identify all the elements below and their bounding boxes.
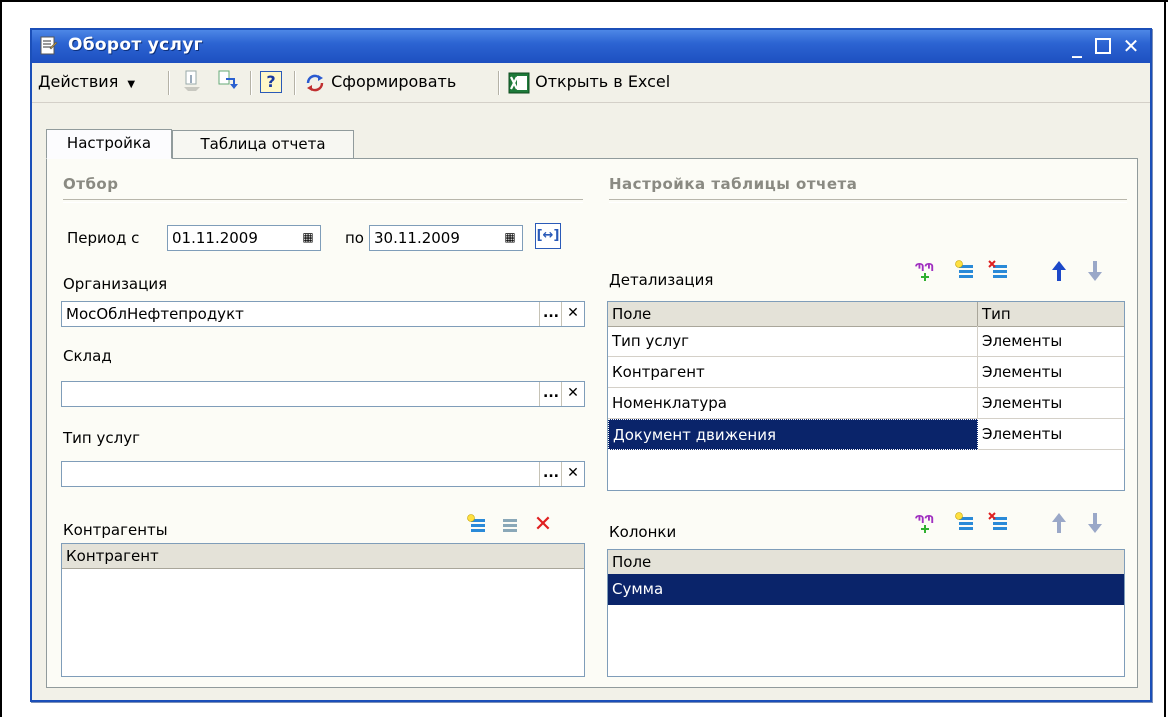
- delete-row-icon[interactable]: [497, 513, 521, 537]
- clear-list-icon[interactable]: ✕: [531, 513, 555, 537]
- generate-label: Сформировать: [331, 72, 457, 91]
- move-up-icon[interactable]: [1047, 511, 1071, 535]
- warehouse-select-button[interactable]: ...: [539, 382, 562, 406]
- contractors-label: Контрагенты: [63, 521, 168, 539]
- calendar-icon[interactable]: ▦: [298, 226, 318, 250]
- report-settings-divider: [609, 199, 1127, 203]
- organization-clear-button[interactable]: ✕: [561, 302, 584, 326]
- contractors-table-header: Контрагент: [62, 544, 584, 569]
- period-from-label: Период с: [67, 229, 140, 247]
- organization-label: Организация: [63, 275, 168, 293]
- toolbar-separator: [294, 71, 296, 95]
- period-from-value: 01.11.2009: [172, 229, 258, 247]
- column-header-field[interactable]: Поле: [608, 302, 978, 326]
- choose-fields-icon[interactable]: ՊՊ: [913, 511, 937, 535]
- columns-row-selected[interactable]: Сумма: [608, 574, 1124, 605]
- delete-row-icon[interactable]: [987, 511, 1011, 535]
- open-excel-label: Открыть в Excel: [535, 72, 671, 91]
- table-row[interactable]: Документ движения Элементы: [608, 419, 1124, 450]
- frame-right-line: [1164, 0, 1166, 717]
- organization-input[interactable]: МосОблНефтепродукт ... ✕: [61, 301, 585, 327]
- table-row[interactable]: Номенклатура Элементы: [608, 388, 1124, 419]
- frame-top-line: [0, 0, 1168, 2]
- tab-report-table[interactable]: Таблица отчета: [172, 130, 354, 158]
- detail-field-cell[interactable]: Контрагент: [608, 357, 978, 388]
- organization-select-button[interactable]: ...: [539, 302, 562, 326]
- report-window: Оборот услуг _ ✕ Действия ▼ ? Сформирова…: [30, 28, 1152, 702]
- add-row-icon[interactable]: [953, 259, 977, 283]
- refresh-icon: [304, 72, 326, 94]
- table-row[interactable]: Тип услуг Элементы: [608, 326, 1124, 357]
- detail-field-cell[interactable]: Номенклатура: [608, 388, 978, 419]
- period-from-input[interactable]: 01.11.2009 ▦: [167, 225, 321, 251]
- service-type-select-button[interactable]: ...: [539, 462, 562, 486]
- actions-menu-label: Действия: [38, 72, 119, 91]
- add-row-icon[interactable]: [465, 513, 489, 537]
- filter-section-divider: [63, 199, 583, 203]
- column-header-type[interactable]: Тип: [978, 302, 1124, 326]
- minimize-button[interactable]: _: [1064, 34, 1090, 58]
- help-button[interactable]: ?: [260, 69, 284, 95]
- columns-table-header: Поле: [608, 550, 1124, 575]
- table-row[interactable]: Контрагент Элементы: [608, 357, 1124, 388]
- column-header-contractor[interactable]: Контрагент: [62, 544, 584, 568]
- move-down-icon[interactable]: [1083, 259, 1107, 283]
- warehouse-input[interactable]: ... ✕: [61, 381, 585, 407]
- report-settings-section-title: Настройка таблицы отчета: [609, 175, 858, 193]
- service-type-label: Тип услуг: [63, 429, 140, 447]
- report-doc-icon: [40, 36, 58, 56]
- open-excel-button[interactable]: Открыть в Excel: [508, 69, 670, 95]
- filter-section-title: Отбор: [63, 175, 119, 193]
- excel-icon: [508, 72, 530, 94]
- close-button[interactable]: ✕: [1118, 34, 1144, 58]
- calendar-icon[interactable]: ▦: [500, 226, 520, 250]
- tab-settings[interactable]: Настройка: [46, 129, 172, 159]
- organization-value: МосОблНефтепродукт: [66, 305, 244, 323]
- service-type-input[interactable]: ... ✕: [61, 461, 585, 487]
- detail-type-cell[interactable]: Элементы: [978, 357, 1124, 388]
- service-type-clear-button[interactable]: ✕: [561, 462, 584, 486]
- detail-table[interactable]: Поле Тип Тип услуг Элементы Контрагент Э…: [607, 301, 1125, 491]
- choose-fields-icon[interactable]: ՊՊ: [913, 259, 937, 283]
- columns-table[interactable]: Поле Сумма: [607, 549, 1125, 677]
- columns-label: Колонки: [609, 523, 677, 541]
- svg-text:ՊՊ: ՊՊ: [915, 261, 934, 274]
- toolbar: Действия ▼ ? Сформировать Открыть в Exce…: [32, 63, 1150, 103]
- period-select-button[interactable]: [↔]: [535, 223, 561, 249]
- column-header-field[interactable]: Поле: [608, 550, 1124, 574]
- toolbar-separator: [498, 71, 500, 95]
- toolbar-separator: [168, 71, 170, 95]
- title-bar[interactable]: Оборот услуг _ ✕: [32, 30, 1150, 63]
- contractors-table[interactable]: Контрагент: [61, 543, 585, 677]
- period-to-label: по: [345, 229, 364, 247]
- svg-text:ՊՊ: ՊՊ: [915, 513, 934, 526]
- maximize-button[interactable]: [1090, 34, 1116, 58]
- detail-type-cell[interactable]: Элементы: [978, 388, 1124, 419]
- period-to-input[interactable]: 30.11.2009 ▦: [369, 225, 523, 251]
- detail-label: Детализация: [609, 271, 714, 289]
- help-icon: ?: [260, 71, 282, 93]
- window-title: Оборот услуг: [68, 35, 203, 55]
- detail-field-cell-selected[interactable]: Документ движения: [608, 419, 978, 450]
- detail-field-cell[interactable]: Тип услуг: [608, 326, 978, 357]
- detail-table-header: Поле Тип: [608, 302, 1124, 327]
- detail-type-cell[interactable]: Элементы: [978, 419, 1124, 450]
- settings-tab-panel: Отбор Период с 01.11.2009 ▦ по 30.11.200…: [46, 158, 1138, 688]
- warehouse-clear-button[interactable]: ✕: [561, 382, 584, 406]
- dropdown-arrow-icon: ▼: [127, 79, 136, 90]
- delete-row-icon[interactable]: [987, 259, 1011, 283]
- period-range-icon: [↔]: [536, 228, 560, 243]
- frame-left-line: [0, 0, 2, 717]
- generate-button[interactable]: Сформировать: [304, 69, 456, 95]
- period-to-value: 30.11.2009: [374, 229, 460, 247]
- toolbar-separator: [250, 71, 252, 95]
- move-up-icon[interactable]: [1047, 259, 1071, 283]
- actions-menu[interactable]: Действия ▼: [38, 69, 135, 95]
- restore-settings-icon[interactable]: [216, 69, 240, 95]
- copy-settings-icon[interactable]: [180, 69, 204, 95]
- add-row-icon[interactable]: [953, 511, 977, 535]
- move-down-icon[interactable]: [1083, 511, 1107, 535]
- warehouse-label: Склад: [63, 347, 112, 365]
- detail-type-cell[interactable]: Элементы: [978, 326, 1124, 357]
